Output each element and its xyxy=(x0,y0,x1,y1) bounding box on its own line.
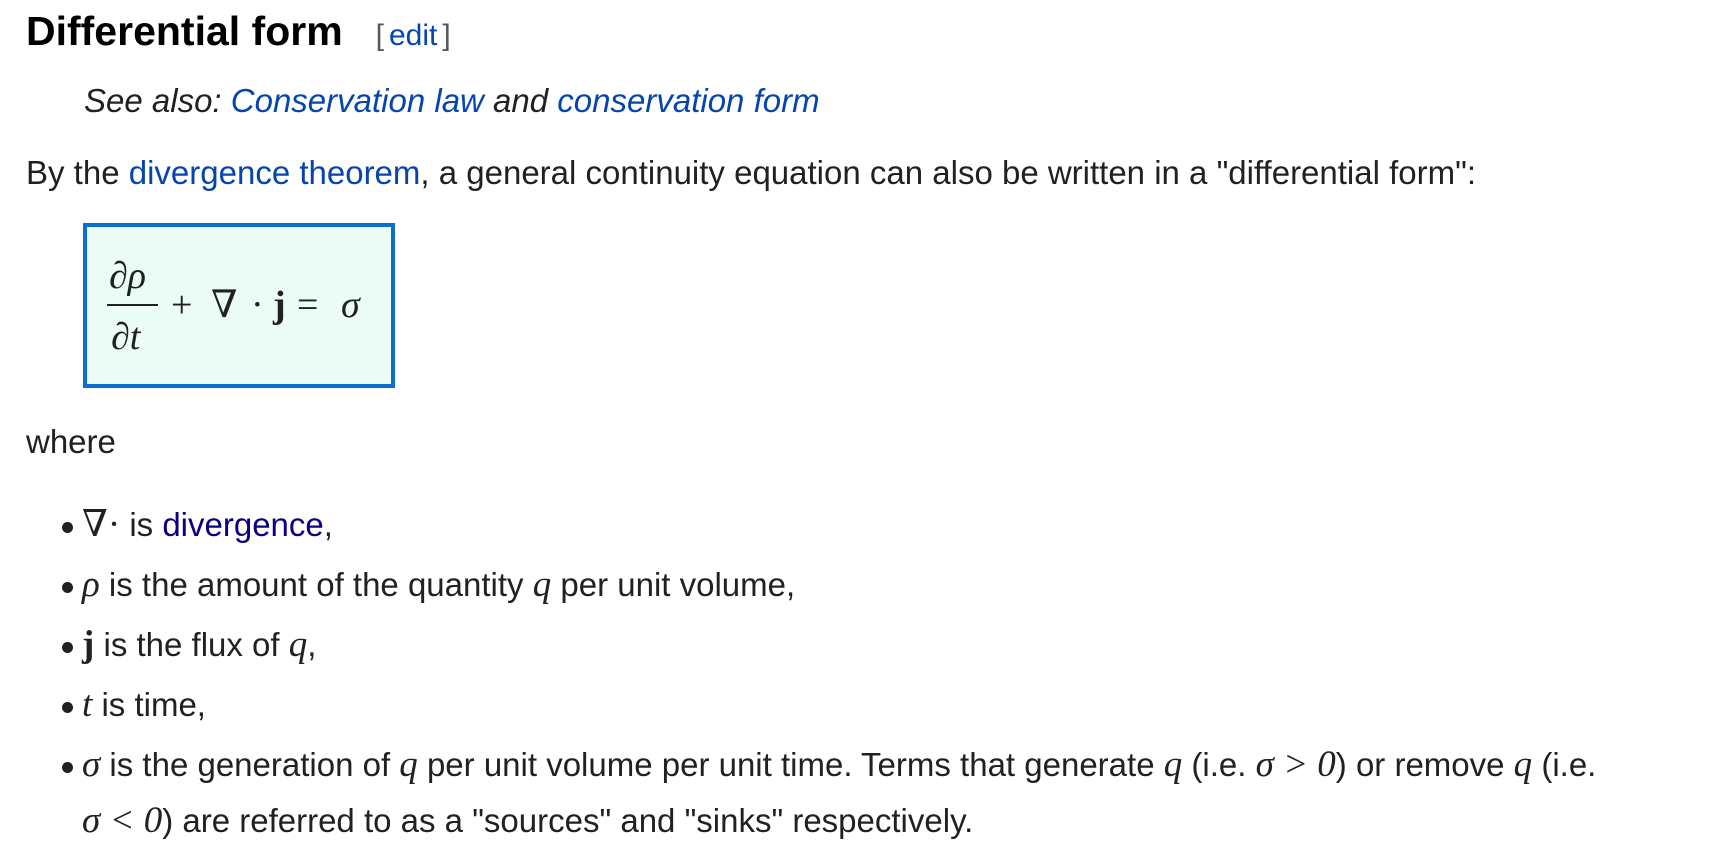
bullet-icon xyxy=(62,702,73,713)
eq-numerator: ∂ρ xyxy=(109,255,146,297)
q-symbol: q xyxy=(288,624,308,665)
intro-paragraph: By the divergence theorem, a general con… xyxy=(26,154,1476,192)
conservation-form-link[interactable]: conservation form xyxy=(557,82,819,119)
q-symbol: q xyxy=(1513,744,1533,785)
eq-plus: + xyxy=(171,284,192,326)
bullet-icon xyxy=(62,582,73,593)
edit-bracket-close: ] xyxy=(442,19,451,52)
conservation-law-link[interactable]: Conservation law xyxy=(231,82,484,119)
item-text: (i.e. xyxy=(1182,746,1256,783)
q-symbol: q xyxy=(532,564,552,605)
list-item: ρ is the amount of the quantity q per un… xyxy=(62,557,1722,617)
item-text: per unit volume per unit time. Terms tha… xyxy=(417,746,1164,783)
edit-section: [edit] xyxy=(376,19,451,53)
hatnote-prefix: See also: xyxy=(84,82,231,119)
t-symbol: t xyxy=(82,684,93,725)
edit-bracket-open: [ xyxy=(375,19,384,52)
hatnote: See also: Conservation law and conservat… xyxy=(84,82,820,120)
section-heading: Differential form [edit] xyxy=(26,8,451,55)
item-text: is the flux of xyxy=(94,626,289,663)
article-section: Differential form [edit] See also: Conse… xyxy=(0,0,1732,845)
hatnote-middle: and xyxy=(483,82,558,119)
divergence-link[interactable]: divergence xyxy=(162,506,323,543)
eq-dot: · xyxy=(251,284,264,326)
list-item: σ is the generation of q per unit volume… xyxy=(62,737,1722,849)
eq-sigma: σ xyxy=(341,284,361,326)
bullet-icon xyxy=(62,762,73,773)
item-text: , xyxy=(323,506,333,543)
rho-symbol: ρ xyxy=(82,564,100,605)
item-text: is xyxy=(120,506,163,543)
item-text: ) are referred to as a "sources" and "si… xyxy=(162,802,974,839)
item-text: is the amount of the quantity xyxy=(99,566,533,603)
eq-denominator: ∂t xyxy=(111,316,142,358)
eq-nabla: ∇ xyxy=(211,284,238,326)
intro-before: By the xyxy=(26,154,129,191)
where-label: where xyxy=(26,423,116,460)
item-text: is time, xyxy=(92,686,206,723)
q-symbol: q xyxy=(1163,744,1183,785)
item-text: ) or remove xyxy=(1335,746,1514,783)
q-symbol: q xyxy=(399,744,418,785)
item-text: is the generation of xyxy=(100,746,400,783)
sigma-symbol: σ xyxy=(82,744,101,785)
sigma-negative-condition: σ < 0 xyxy=(82,800,163,841)
continuity-equation: ∂ρ ∂t + ∇ · j = σ xyxy=(107,255,361,358)
eq-j: j xyxy=(272,284,286,326)
intro-after: , a general continuity equation can also… xyxy=(420,154,1477,191)
divergence-symbol: ∇· xyxy=(82,504,121,545)
item-text: , xyxy=(307,626,317,663)
bullet-icon xyxy=(62,642,73,653)
divergence-theorem-link[interactable]: divergence theorem xyxy=(129,154,421,191)
list-item: j is the flux of q, xyxy=(62,617,1722,677)
edit-link[interactable]: edit xyxy=(389,19,437,52)
sigma-positive-condition: σ > 0 xyxy=(1255,744,1336,785)
j-symbol: j xyxy=(82,624,95,665)
definition-list: ∇· is divergence, ρ is the amount of the… xyxy=(62,497,1722,849)
eq-equals: = xyxy=(297,284,318,326)
list-item: t is time, xyxy=(62,677,1722,737)
item-text: per unit volume, xyxy=(551,566,796,603)
equation-box: ∂ρ ∂t + ∇ · j = σ xyxy=(83,223,395,388)
item-text: (i.e. xyxy=(1532,746,1597,783)
section-title: Differential form xyxy=(26,8,343,54)
list-item: ∇· is divergence, xyxy=(62,497,1722,557)
bullet-icon xyxy=(62,522,73,533)
